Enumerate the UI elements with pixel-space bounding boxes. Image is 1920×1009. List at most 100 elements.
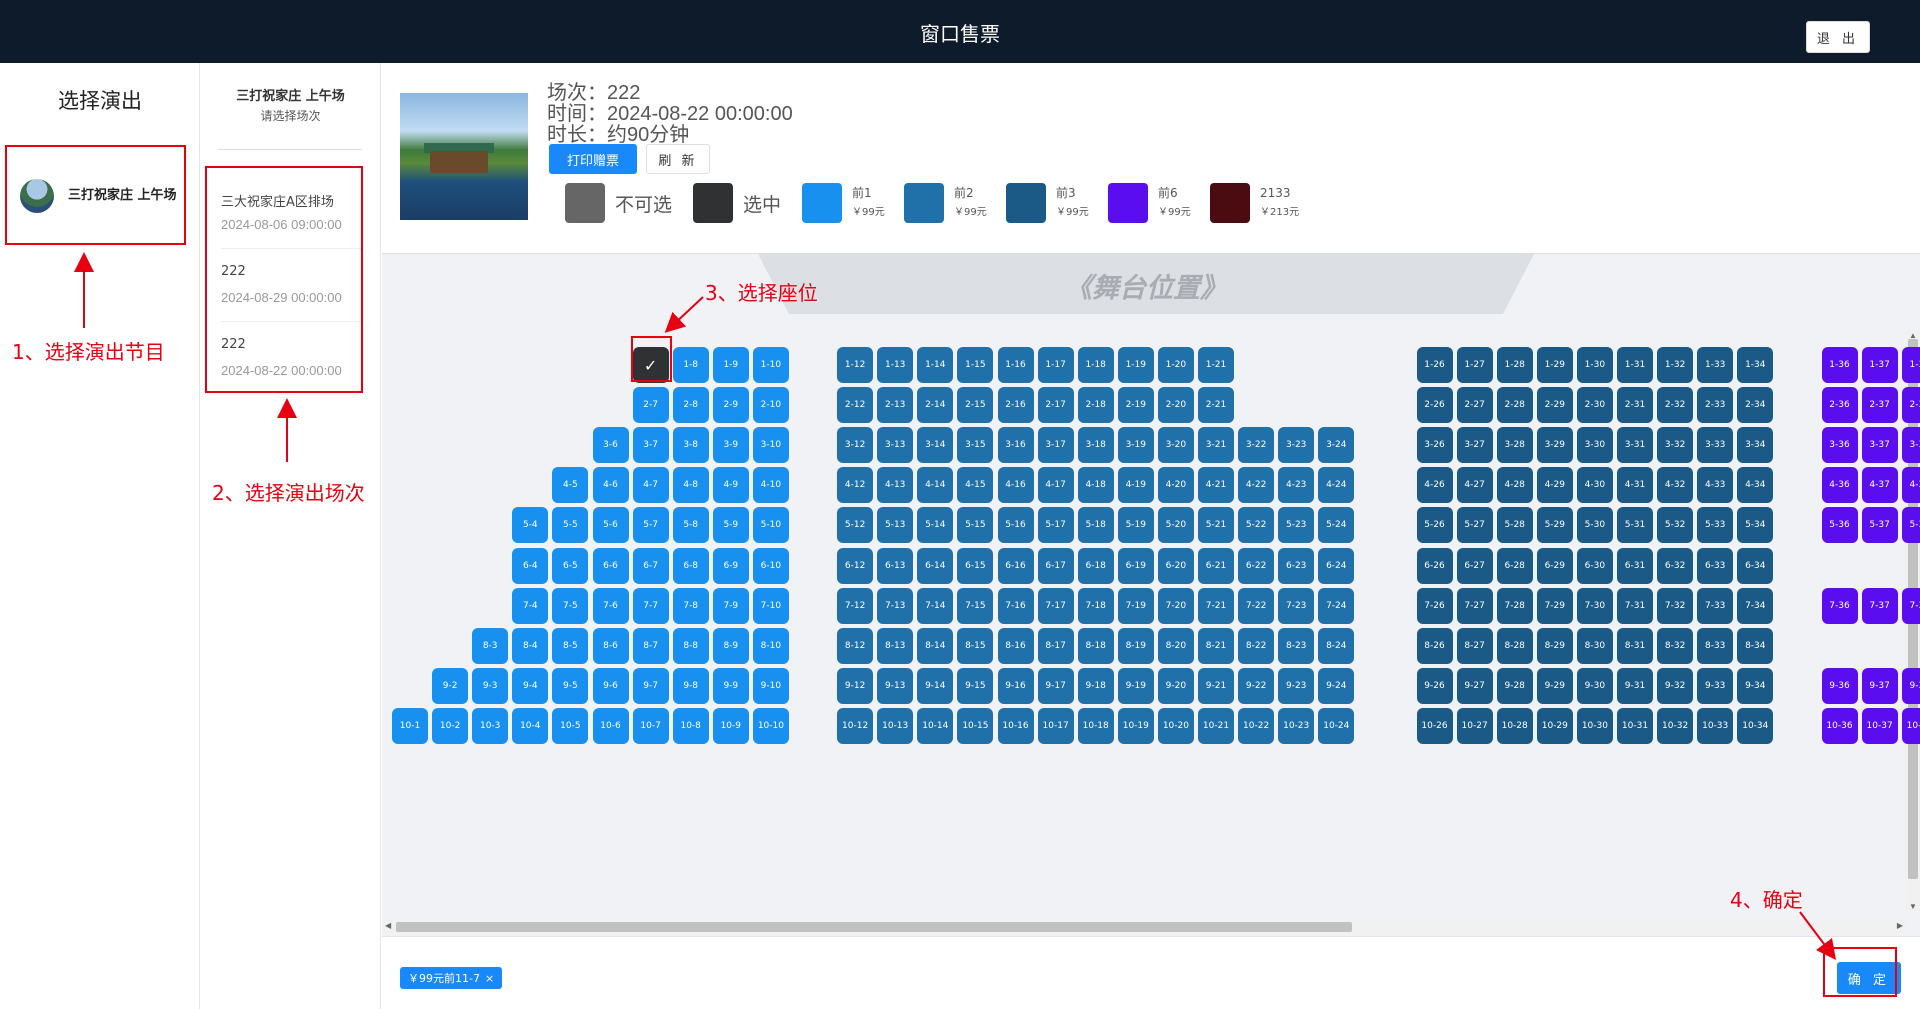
seat[interactable]: 8-20 — [1157, 627, 1194, 664]
seat[interactable]: 4-6 — [592, 467, 629, 504]
seat[interactable]: 8-14 — [917, 627, 954, 664]
seat[interactable]: 7-13 — [877, 587, 914, 624]
horizontal-scrollbar[interactable]: ◀ ▶ — [382, 920, 1906, 934]
seat[interactable]: 6-6 — [592, 547, 629, 584]
seat[interactable]: 4-32 — [1657, 467, 1694, 504]
seat[interactable]: 5-37 — [1861, 507, 1898, 544]
seat[interactable]: 2-38 — [1901, 387, 1920, 424]
seat[interactable]: 7-37 — [1861, 587, 1898, 624]
seat[interactable]: 9-20 — [1157, 667, 1194, 704]
seat[interactable]: 10-33 — [1697, 707, 1734, 744]
seat[interactable]: 9-18 — [1077, 667, 1114, 704]
seat[interactable]: 2-8 — [672, 387, 709, 424]
seat[interactable]: 3-30 — [1576, 427, 1613, 464]
seat[interactable]: 6-12 — [837, 547, 874, 584]
seat[interactable]: 1-30 — [1576, 347, 1613, 383]
seat[interactable]: 4-13 — [877, 467, 914, 504]
seat[interactable]: 3-27 — [1456, 427, 1493, 464]
seat[interactable]: 5-26 — [1416, 507, 1453, 544]
seat[interactable]: 3-7 — [632, 427, 669, 464]
seat[interactable]: 4-14 — [917, 467, 954, 504]
seat[interactable]: 9-8 — [672, 667, 709, 704]
seat[interactable]: 9-19 — [1117, 667, 1154, 704]
seat[interactable]: 2-34 — [1737, 387, 1774, 424]
seat[interactable]: 1-18 — [1077, 347, 1114, 383]
seat[interactable]: 5-18 — [1077, 507, 1114, 544]
seat[interactable]: 7-28 — [1496, 587, 1533, 624]
seat[interactable]: 8-24 — [1318, 627, 1355, 664]
seat[interactable]: 8-15 — [957, 627, 994, 664]
seat[interactable]: 5-7 — [632, 507, 669, 544]
seat[interactable]: 6-26 — [1416, 547, 1453, 584]
seat[interactable]: 4-23 — [1278, 467, 1315, 504]
seat[interactable]: 10-6 — [592, 707, 629, 744]
seat[interactable]: 5-19 — [1117, 507, 1154, 544]
session-item[interactable]: 222 2024-08-29 00:00:00 — [221, 249, 361, 322]
seat[interactable]: 9-30 — [1576, 667, 1613, 704]
seat[interactable]: 9-5 — [552, 667, 589, 704]
seat[interactable]: 7-24 — [1318, 587, 1355, 624]
seat[interactable]: 10-26 — [1416, 707, 1453, 744]
seat[interactable]: 8-17 — [1037, 627, 1074, 664]
seat[interactable]: 7-20 — [1157, 587, 1194, 624]
seat[interactable]: 8-19 — [1117, 627, 1154, 664]
seat[interactable]: 9-29 — [1536, 667, 1573, 704]
seat[interactable]: 2-17 — [1037, 387, 1074, 424]
seat[interactable]: 8-30 — [1576, 627, 1613, 664]
seat[interactable]: 4-16 — [997, 467, 1034, 504]
seat[interactable]: 9-6 — [592, 667, 629, 704]
seat[interactable]: 10-31 — [1617, 707, 1653, 744]
seat[interactable]: 7-31 — [1617, 587, 1653, 624]
seat[interactable]: 8-23 — [1278, 627, 1315, 664]
seat[interactable]: 5-9 — [712, 507, 749, 544]
seat[interactable]: 4-19 — [1117, 467, 1154, 504]
seat[interactable]: 5-36 — [1821, 507, 1858, 544]
seat[interactable]: 10-4 — [512, 707, 549, 744]
seat[interactable]: 2-12 — [837, 387, 874, 424]
seat[interactable]: 9-33 — [1697, 667, 1734, 704]
seat[interactable]: 9-38 — [1901, 667, 1920, 704]
seat[interactable]: 7-4 — [512, 587, 549, 624]
seat[interactable]: 7-7 — [632, 587, 669, 624]
scrollbar-thumb[interactable] — [396, 922, 1352, 932]
seat[interactable]: 10-19 — [1117, 707, 1154, 744]
seat[interactable]: 10-15 — [957, 707, 994, 744]
seat[interactable]: 3-16 — [997, 427, 1034, 464]
seat[interactable]: 9-10 — [752, 667, 789, 704]
seat[interactable]: 10-2 — [432, 707, 469, 744]
seat[interactable]: 5-23 — [1278, 507, 1315, 544]
seat[interactable]: 3-8 — [672, 427, 709, 464]
seat-selected[interactable]: ✓ — [632, 347, 669, 383]
seat[interactable]: 10-9 — [712, 707, 749, 744]
seat[interactable]: 8-33 — [1697, 627, 1734, 664]
seat[interactable]: 6-7 — [632, 547, 669, 584]
seat[interactable]: 5-27 — [1456, 507, 1493, 544]
seat[interactable]: 4-24 — [1318, 467, 1355, 504]
seat[interactable]: 3-19 — [1117, 427, 1154, 464]
seat[interactable]: 9-13 — [877, 667, 914, 704]
seat[interactable]: 6-13 — [877, 547, 914, 584]
seat[interactable]: 4-27 — [1456, 467, 1493, 504]
seat[interactable]: 3-10 — [752, 427, 789, 464]
seat[interactable]: 6-31 — [1617, 547, 1653, 584]
seat[interactable]: 10-12 — [837, 707, 874, 744]
seat[interactable]: 3-18 — [1077, 427, 1114, 464]
seat[interactable]: 6-9 — [712, 547, 749, 584]
seat[interactable]: 6-4 — [512, 547, 549, 584]
seat[interactable]: 9-28 — [1496, 667, 1533, 704]
seat[interactable]: 9-4 — [512, 667, 549, 704]
seat[interactable]: 8-8 — [672, 627, 709, 664]
seat[interactable]: 2-36 — [1821, 387, 1858, 424]
seat[interactable]: 10-5 — [552, 707, 589, 744]
seat[interactable]: 5-10 — [752, 507, 789, 544]
seat[interactable]: 2-21 — [1198, 387, 1234, 424]
seat[interactable]: 7-23 — [1278, 587, 1315, 624]
seat[interactable]: 3-28 — [1496, 427, 1533, 464]
seat[interactable]: 1-12 — [837, 347, 874, 383]
seat[interactable]: 3-20 — [1157, 427, 1194, 464]
seat[interactable]: 2-26 — [1416, 387, 1453, 424]
seat[interactable]: 7-15 — [957, 587, 994, 624]
seat[interactable]: 9-34 — [1737, 667, 1774, 704]
seat[interactable]: 10-34 — [1737, 707, 1774, 744]
seat[interactable]: 8-12 — [837, 627, 874, 664]
